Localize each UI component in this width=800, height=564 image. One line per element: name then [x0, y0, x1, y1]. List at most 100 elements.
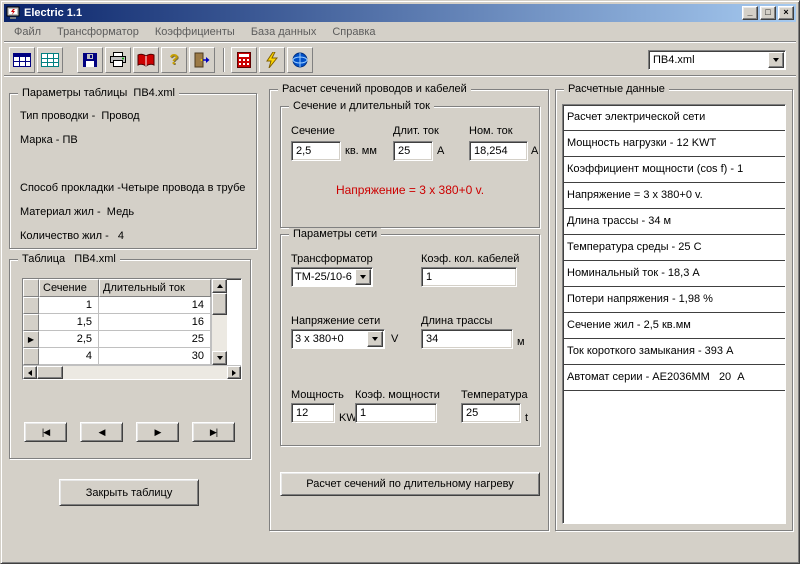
row-indicator[interactable] [23, 314, 39, 331]
scroll-down-button[interactable] [212, 351, 227, 365]
vertical-scroll-track[interactable] [212, 293, 227, 351]
results-panel: Расчетные данные Расчет электрической се… [555, 89, 793, 531]
table-panel: Таблица ПВ4.xml Сечение Длительный ток 1… [9, 259, 251, 459]
table-row-selected[interactable]: ▶ 2,5 25 [23, 331, 211, 348]
close-table-button[interactable]: Закрыть таблицу [59, 479, 199, 506]
help-book-icon [137, 53, 155, 67]
nominal-current-unit: A [531, 145, 538, 157]
grid-horizontal-scrollbar[interactable] [23, 365, 241, 379]
table-button[interactable] [9, 47, 35, 73]
maximize-button[interactable]: □ [760, 6, 776, 20]
continuous-current-label: Длит. ток [393, 125, 439, 137]
power-coef-label: Коэф. мощности [355, 389, 440, 401]
file-combobox-dropdown-button[interactable] [768, 52, 784, 68]
calculate-button[interactable]: Расчет сечений по длительному нагреву [280, 472, 540, 496]
result-item[interactable]: Расчет электрической сети [563, 105, 785, 131]
result-item[interactable]: Сечение жил - 2,5 кв.мм [563, 313, 785, 339]
chevron-down-icon [372, 337, 378, 341]
horizontal-scroll-track[interactable] [37, 366, 227, 379]
result-item[interactable]: Номинальный ток - 18,3 А [563, 261, 785, 287]
file-combobox[interactable]: ПВ4.xml [648, 50, 786, 70]
title-bar[interactable]: Electric 1.1 _ □ × [4, 4, 796, 22]
print-button[interactable] [105, 47, 131, 73]
cell-section[interactable]: 4 [39, 348, 99, 365]
table-row[interactable]: 4 30 [23, 348, 211, 365]
triangle-left-icon [28, 370, 32, 376]
cell-section[interactable]: 1 [39, 297, 99, 314]
calculator-icon [237, 52, 251, 68]
network-voltage-combobox[interactable]: 3 x 380+0 [291, 329, 385, 349]
row-indicator[interactable] [23, 297, 39, 314]
connection-icon [292, 52, 308, 68]
power-coef-input[interactable]: 1 [355, 403, 437, 423]
minimize-button[interactable]: _ [742, 6, 758, 20]
cell-section[interactable]: 1,5 [39, 314, 99, 331]
lightning-button[interactable] [259, 47, 285, 73]
results-list: Расчет электрической сети Мощность нагру… [562, 104, 786, 524]
route-length-input[interactable]: 34 [421, 329, 513, 349]
nav-last-button[interactable]: ▶| [192, 422, 235, 442]
cross-section-unit: кв. мм [345, 145, 377, 157]
print-icon [109, 52, 127, 68]
continuous-current-input[interactable]: 25 [393, 141, 433, 161]
menu-help[interactable]: Справка [324, 24, 383, 40]
nav-prev-button[interactable]: ◀ [80, 422, 123, 442]
menu-coefficients[interactable]: Коэффициенты [147, 24, 243, 40]
grid-vertical-scrollbar[interactable] [211, 279, 227, 365]
help-button[interactable]: ? [161, 47, 187, 73]
power-input[interactable]: 12 [291, 403, 335, 423]
transformer-combobox[interactable]: ТМ-25/10-6 [291, 267, 373, 287]
scroll-right-button[interactable] [227, 366, 241, 379]
transformer-value: ТМ-25/10-6 [292, 271, 355, 283]
nav-first-button[interactable]: |◀ [24, 422, 67, 442]
help-book-button[interactable] [133, 47, 159, 73]
cell-current[interactable]: 14 [99, 297, 211, 314]
cross-section-input[interactable]: 2,5 [291, 141, 341, 161]
cell-current[interactable]: 16 [99, 314, 211, 331]
calculator-button[interactable] [231, 47, 257, 73]
scroll-left-button[interactable] [23, 366, 37, 379]
cable-coef-input[interactable]: 1 [421, 267, 517, 287]
nominal-current-input[interactable]: 18,254 [469, 141, 528, 161]
save-button[interactable] [77, 47, 103, 73]
menu-transformer[interactable]: Трансформатор [49, 24, 147, 40]
cell-current[interactable]: 25 [99, 331, 211, 348]
exit-button[interactable] [189, 47, 215, 73]
result-item[interactable]: Ток короткого замыкания - 393 А [563, 339, 785, 365]
result-item[interactable]: Температура среды - 25 C [563, 235, 785, 261]
row-indicator[interactable] [23, 348, 39, 365]
temperature-input[interactable]: 25 [461, 403, 521, 423]
table-row[interactable]: 1 14 [23, 297, 211, 314]
network-voltage-dropdown-button[interactable] [367, 331, 383, 347]
report-button[interactable] [37, 47, 63, 73]
cross-section-label: Сечение [291, 125, 335, 137]
result-item[interactable]: Коэффициент мощности (cos f) - 1 [563, 157, 785, 183]
cell-current[interactable]: 30 [99, 348, 211, 365]
scroll-up-button[interactable] [212, 279, 227, 293]
connection-button[interactable] [287, 47, 313, 73]
result-item[interactable]: Автомат серии - АЕ2036ММ 20 А [563, 365, 785, 391]
header-indicator-cell [23, 279, 39, 297]
menu-database[interactable]: База данных [243, 24, 325, 40]
help-icon: ? [169, 51, 178, 68]
file-combobox-value: ПВ4.xml [649, 54, 768, 66]
section-current: Сечение и длительный ток Сечение 2,5 кв.… [280, 106, 540, 228]
row-indicator-selected[interactable]: ▶ [23, 331, 39, 348]
param-brand: Марка - ПВ [20, 134, 78, 146]
menu-file[interactable]: Файл [6, 24, 49, 40]
result-item[interactable]: Напряжение = 3 x 380+0 v. [563, 183, 785, 209]
cell-section[interactable]: 2,5 [39, 331, 99, 348]
vertical-scroll-thumb[interactable] [212, 293, 227, 315]
horizontal-scroll-thumb[interactable] [37, 366, 63, 379]
cable-coef-label: Коэф. кол. кабелей [421, 253, 519, 265]
nav-next-button[interactable]: ▶ [136, 422, 179, 442]
result-item[interactable]: Потери напряжения - 1,98 % [563, 287, 785, 313]
result-item[interactable]: Мощность нагрузки - 12 KWT [563, 131, 785, 157]
result-item[interactable]: Длина трассы - 34 м [563, 209, 785, 235]
close-button[interactable]: × [778, 6, 794, 20]
report-icon [41, 53, 59, 67]
power-label: Мощность [291, 389, 344, 401]
transformer-label: Трансформатор [291, 253, 373, 265]
transformer-dropdown-button[interactable] [355, 269, 371, 285]
table-row[interactable]: 1,5 16 [23, 314, 211, 331]
